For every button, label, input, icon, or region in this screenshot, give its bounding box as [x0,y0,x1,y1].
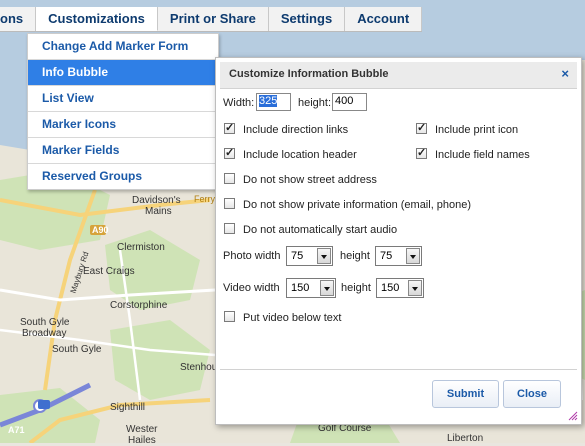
chevron-down-icon [320,280,334,296]
hide-street-address-label: Do not show street address [243,174,377,186]
include-location-header-label: Include location header [243,149,357,161]
nav-item-settings[interactable]: Settings [269,7,346,31]
width-label: Width: [223,97,255,109]
nav-item-customizations[interactable]: Customizations [36,7,158,31]
map-label: South Gyle [20,317,70,328]
map-label: Wester [126,424,158,435]
dialog-footer-divider [220,369,577,370]
map-label: Mains [145,206,172,217]
menu-item-marker-icons[interactable]: Marker Icons [28,112,218,138]
menu-item-reserved-groups[interactable]: Reserved Groups [28,164,218,189]
height-label: height: [298,97,332,109]
map-label: Liberton [447,433,484,444]
nav-item-print-or-share[interactable]: Print or Share [158,7,269,31]
map-label: Ferry [194,194,215,204]
chevron-down-icon [408,280,422,296]
photo-width-select[interactable]: 75 [286,246,333,266]
include-location-header-checkbox[interactable] [224,146,235,159]
no-autostart-audio-label: Do not automatically start audio [243,224,398,236]
nav-item-options[interactable]: ons [0,7,37,31]
menu-item-info-bubble[interactable]: Info Bubble [28,60,218,86]
video-below-text-checkbox[interactable] [224,311,235,322]
map-label: South Gyle [52,344,102,355]
width-value: 325 [259,95,278,107]
video-below-text-label: Put video below text [243,312,342,324]
menu-item-list-view[interactable]: List View [28,86,218,112]
photo-height-select[interactable]: 75 [375,246,422,266]
width-input[interactable]: 325 [256,93,291,111]
video-height-value: 150 [381,282,400,294]
submit-button[interactable]: Submit [432,380,499,408]
photo-height-label: height [340,250,370,262]
photo-width-label: Photo width [223,250,281,262]
map-label: Davidson's [132,195,181,206]
hide-private-info-checkbox[interactable] [224,198,235,209]
customizations-dropdown: Change Add Marker Form Info Bubble List … [27,33,219,190]
video-width-label: Video width [223,282,280,294]
include-print-icon-checkbox[interactable] [416,121,427,134]
map-label: Broadway [22,328,67,339]
height-input[interactable]: 400 [332,93,367,111]
menu-item-change-add-marker-form[interactable]: Change Add Marker Form [28,34,218,60]
map-label: Clermiston [117,242,165,253]
map-label: Hailes [128,435,156,446]
chevron-down-icon [406,248,420,264]
resize-grip-icon[interactable] [568,411,578,421]
video-height-select[interactable]: 150 [376,278,424,298]
menu-item-marker-fields[interactable]: Marker Fields [28,138,218,164]
close-button[interactable]: Close [503,380,561,408]
map-label: A90 [92,225,109,235]
no-autostart-audio-checkbox[interactable] [224,223,235,234]
hide-private-info-label: Do not show private information (email, … [243,199,472,211]
include-direction-links-label: Include direction links [243,124,349,136]
include-field-names-label: Include field names [435,149,530,161]
map-label: Sighthill [110,402,146,413]
dialog-header: Customize Information Bubble × [220,62,577,89]
hide-street-address-checkbox[interactable] [224,173,235,184]
video-width-select[interactable]: 150 [286,278,336,298]
photo-width-value: 75 [291,250,304,262]
video-width-value: 150 [291,282,310,294]
chevron-down-icon [317,248,331,264]
map-label: East Craigs [83,266,135,277]
map-label: Corstorphine [110,300,168,311]
nav-item-account[interactable]: Account [345,7,423,31]
close-icon[interactable]: × [561,66,569,81]
include-print-icon-label: Include print icon [435,124,519,136]
video-height-label: height [341,282,371,294]
include-field-names-checkbox[interactable] [416,146,427,159]
map-label: A71 [8,425,25,435]
map-label: Stenhou [180,362,218,373]
include-direction-links-checkbox[interactable] [224,121,235,134]
customize-info-bubble-dialog: Customize Information Bubble × Width: 32… [215,57,582,425]
dialog-title: Customize Information Bubble [229,68,389,80]
top-nav: ons Customizations Print or Share Settin… [0,7,423,32]
photo-height-value: 75 [380,250,393,262]
